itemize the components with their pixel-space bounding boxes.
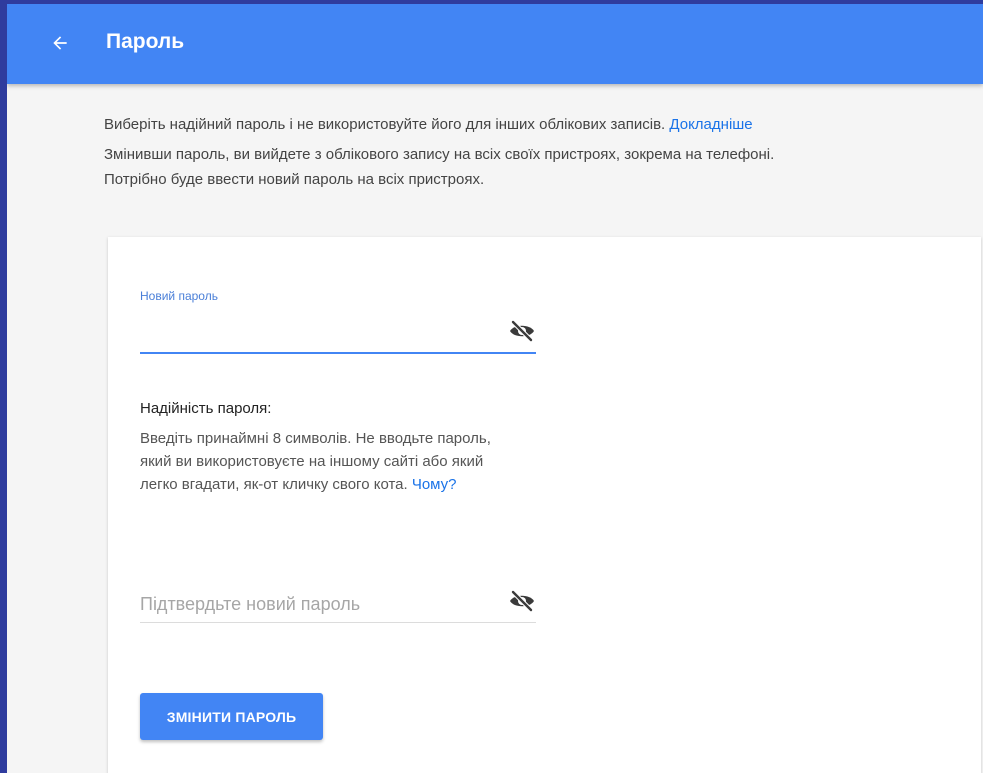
- back-button[interactable]: [43, 26, 77, 60]
- intro-text: Виберіть надійний пароль і не використов…: [104, 112, 964, 192]
- intro-line-2: Змінивши пароль, ви вийдете з облікового…: [104, 146, 775, 163]
- confirm-password-visibility-toggle[interactable]: [508, 587, 536, 615]
- new-password-label: Новий пароль: [140, 289, 218, 303]
- password-strength-title: Надійність пароля:: [140, 400, 272, 417]
- new-password-underline: [140, 352, 536, 354]
- change-password-button[interactable]: ЗМІНИТИ ПАРОЛЬ: [140, 693, 323, 740]
- new-password-input[interactable]: [140, 315, 490, 345]
- arrow-back-icon: [53, 36, 67, 50]
- password-strength-info: Надійність пароля: Введіть принаймні 8 с…: [140, 400, 525, 496]
- eye-off-icon: [510, 320, 534, 342]
- password-strength-hint: Введіть принаймні 8 символів. Не вводьте…: [140, 427, 525, 496]
- confirm-password-input[interactable]: [140, 589, 490, 619]
- intro-line-1: Виберіть надійний пароль і не використов…: [104, 112, 964, 137]
- confirm-password-underline: [140, 622, 536, 623]
- intro-line-3: Потрібно буде ввести новий пароль на всі…: [104, 171, 485, 188]
- why-link[interactable]: Чому?: [412, 476, 457, 493]
- password-form-card: Новий пароль Надійність пароля: Введіть …: [108, 237, 981, 773]
- eye-off-icon: [510, 590, 534, 612]
- confirm-password-field: [140, 585, 536, 623]
- learn-more-link[interactable]: Докладніше: [669, 116, 752, 133]
- window-frame: Пароль Виберіть надійний пароль і не вик…: [0, 0, 983, 773]
- new-password-visibility-toggle[interactable]: [508, 317, 536, 345]
- app-bar: Пароль: [7, 4, 983, 84]
- new-password-field: Новий пароль: [140, 289, 536, 354]
- page-title: Пароль: [106, 30, 185, 53]
- intro-line-1-text: Виберіть надійний пароль і не використов…: [104, 116, 666, 133]
